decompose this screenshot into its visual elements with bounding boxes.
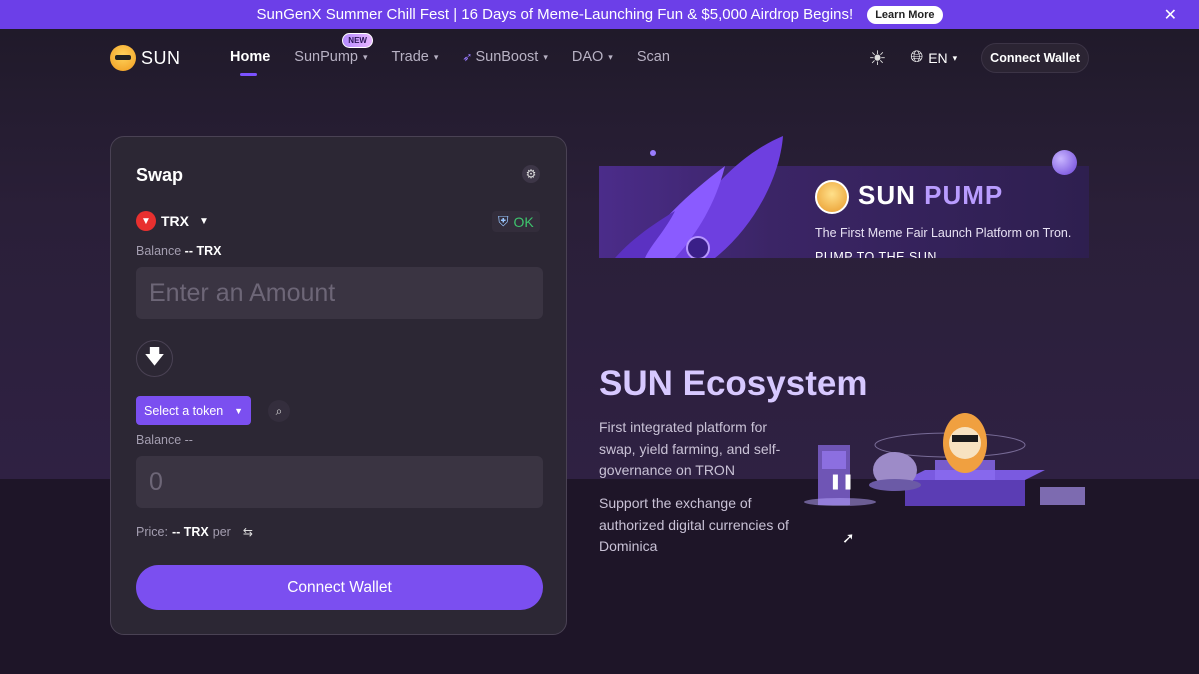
swap-direction-button[interactable]: 🡇	[136, 340, 173, 377]
nav-dao[interactable]: DAO ▾	[572, 49, 613, 65]
balance-label: Balance	[136, 244, 182, 258]
nav-sunpump-label: SunPump	[294, 49, 358, 65]
rocket-icon: ➶	[462, 50, 473, 64]
new-badge: NEW	[342, 33, 373, 48]
from-token-selector[interactable]: ▼ TRX ▼	[136, 211, 209, 231]
balance-value: -- TRX	[184, 244, 222, 258]
from-balance: Balance -- TRX	[136, 244, 221, 258]
announcement-text: SunGenX Summer Chill Fest | 16 Days of M…	[256, 6, 854, 23]
ecosystem-illustration	[804, 413, 1085, 506]
announcement-bar: SunGenX Summer Chill Fest | 16 Days of M…	[0, 0, 1199, 29]
top-nav: SUN Home NEW SunPump ▾ Trade ▾ ➶ SunBoos…	[0, 29, 1199, 87]
from-token-name: TRX	[161, 213, 189, 229]
connect-wallet-header-button[interactable]: Connect Wallet	[981, 43, 1089, 73]
pause-icon[interactable]: ❚❚	[829, 472, 854, 490]
close-icon[interactable]: ✕	[1164, 5, 1177, 25]
nav-sunboost-label: SunBoost	[475, 49, 539, 65]
trx-icon: ▼	[136, 211, 156, 231]
chevron-down-icon: ▾	[433, 51, 439, 62]
chevron-down-icon: ▾	[608, 51, 613, 62]
nav-sunpump[interactable]: NEW SunPump ▾	[294, 33, 373, 65]
nav-trade-label: Trade	[391, 49, 429, 65]
active-indicator	[240, 73, 257, 76]
nav-home[interactable]: Home	[230, 49, 271, 76]
to-balance: Balance --	[136, 433, 193, 447]
swap-arrows-icon[interactable]: ⇆	[243, 525, 253, 539]
sunpump-subtitle: The First Meme Fair Launch Platform on T…	[815, 226, 1072, 240]
swap-title: Swap	[136, 165, 184, 185]
logo-text: SUN	[141, 47, 181, 68]
mouse-cursor-icon: ➚	[842, 530, 855, 547]
caret-down-icon: ▼	[199, 215, 209, 227]
to-amount-input[interactable]	[136, 456, 543, 508]
sunpump-title: SUN PUMP	[858, 180, 1003, 211]
nav-trade[interactable]: Trade ▾	[392, 49, 439, 65]
amount-input[interactable]	[136, 267, 543, 319]
rocket-illustration	[615, 136, 783, 258]
sun-logo-icon	[110, 45, 136, 71]
security-ok-badge[interactable]: ⛨ OK	[492, 211, 540, 232]
connect-wallet-button[interactable]: Connect Wallet	[136, 565, 543, 610]
sun-theme-icon[interactable]: ☀	[868, 46, 886, 71]
price-per: per	[212, 525, 231, 539]
settings-icon[interactable]: ⚙	[522, 165, 540, 183]
price-value: -- TRX	[171, 525, 209, 539]
price-row: Price: -- TRX per ⇆	[136, 525, 253, 539]
caret-down-icon: ▼	[234, 405, 243, 416]
ecosystem-desc-2: Support the exchange of authorized digit…	[599, 495, 789, 554]
swap-panel: Swap ⚙ ▼ TRX ▼ ⛨ OK Balance -- TRX 🡇 Sel…	[110, 136, 567, 635]
language-label: EN	[928, 50, 948, 66]
ecosystem-title: SUN Ecosystem	[599, 364, 868, 403]
ecosystem-desc-1: First integrated platform for swap, yiel…	[599, 419, 781, 478]
nav-scan-label: Scan	[636, 49, 670, 65]
chevron-down-icon: ▾	[952, 52, 958, 63]
logo[interactable]: SUN	[110, 45, 181, 71]
select-token-button[interactable]: Select a token ▼	[136, 396, 251, 425]
sunpump-title-pump: PUMP	[924, 180, 1004, 210]
price-label: Price:	[136, 525, 168, 539]
sphere-decoration	[1052, 150, 1077, 175]
nav-scan[interactable]: Scan	[637, 49, 670, 65]
header-actions: ☀ 🌐︎ EN ▾ Connect Wallet	[868, 43, 1089, 73]
select-token-label: Select a token	[144, 403, 224, 418]
nav-sunboost[interactable]: ➶ SunBoost ▾	[462, 49, 547, 65]
shield-icon: ⛨	[498, 213, 509, 229]
sphere-decoration	[650, 150, 656, 156]
import-token-icon[interactable]: ⌕	[268, 400, 290, 422]
sunpump-logo-icon	[815, 180, 849, 214]
learn-more-button[interactable]: Learn More	[867, 5, 943, 24]
chevron-down-icon: ▾	[543, 51, 548, 62]
nav-dao-label: DAO	[571, 49, 604, 65]
chevron-down-icon: ▾	[362, 51, 368, 62]
globe-icon: 🌐︎	[910, 49, 924, 66]
arrow-down-icon: 🡇	[144, 345, 165, 368]
ok-label: OK	[513, 213, 534, 230]
nav-home-label: Home	[230, 49, 271, 65]
language-selector[interactable]: 🌐︎ EN ▾	[910, 49, 957, 67]
main-nav: Home NEW SunPump ▾ Trade ▾ ➶ SunBoost ▾ …	[230, 33, 694, 76]
sunpump-tagline: PUMP TO THE SUN	[815, 250, 937, 258]
sunpump-title-sun: SUN	[858, 180, 916, 210]
